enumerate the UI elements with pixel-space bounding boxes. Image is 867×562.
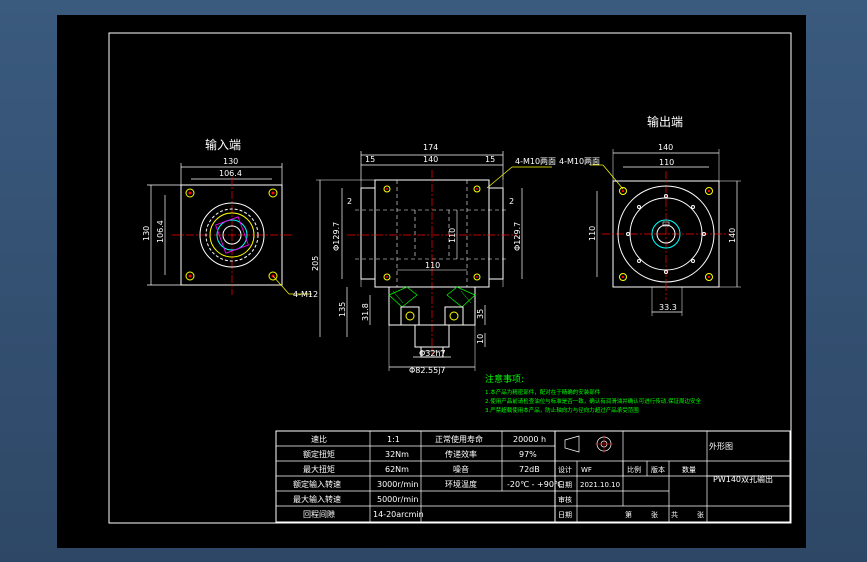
dim-front-height: 205 (311, 256, 320, 271)
output-end-view: 输出端 140 110 4-M10两面 110 140 33.3 (559, 114, 741, 316)
spec-value-ratio: 1:1 (387, 435, 400, 444)
notes-block: 注意事项: 1.本产品为精密部件，配对在于精确的安装部件 2.使用产品前请检查油… (485, 373, 701, 414)
dim-front-left-step: 15 (365, 155, 375, 164)
dim-output-top-outer: 140 (658, 143, 673, 152)
dim-front-center: 140 (423, 155, 438, 164)
notes-line-2: 2.使用产品前请检查油位与标准是否一致，确认有润滑油并确认可进行传动,保证周边安… (485, 397, 701, 405)
dim-front-d-left: 2 (347, 197, 352, 206)
spec-label-max-speed: 最大输入转速 (293, 494, 341, 504)
projection-symbol-icon (564, 435, 613, 453)
dim-front-horiz-110: 110 (425, 261, 440, 270)
spec-value-noise: 72dB (519, 465, 540, 474)
dim-front-overall: 174 (423, 143, 438, 152)
spec-value-rated-torque: 32Nm (385, 450, 409, 459)
dim-front-inner-110: 110 (448, 228, 457, 243)
date-label-2: 日期 (558, 511, 572, 519)
date-value: 2021.10.10 (580, 481, 620, 489)
dim-front-lower-135: 135 (338, 302, 347, 317)
dim-front-lower-35: 35 (476, 309, 485, 319)
dim-output-left-110: 110 (588, 226, 597, 241)
date-label-1: 日期 (558, 481, 572, 489)
sheet-total: 共 (671, 510, 678, 519)
designer: WF (581, 466, 592, 474)
sheet-end: 张 (697, 510, 704, 519)
cad-viewport[interactable]: 输入端 130 106.4 130 106.4 4-M12 174 15 140… (57, 15, 806, 548)
dim-front-d-right: 2 (509, 197, 514, 206)
dim-input-left-inner: 106.4 (156, 220, 165, 243)
spec-value-max-torque: 62Nm (385, 465, 409, 474)
dim-output-holes: 4-M10两面 (559, 157, 600, 166)
notes-line-1: 1.本产品为精密部件，配对在于精确的安装部件 (485, 388, 601, 396)
sheet-mid: 张 (651, 510, 658, 519)
dim-front-dia-left: Φ129.7 (332, 222, 341, 251)
output-end-label: 输出端 (647, 114, 683, 129)
dim-front-flange-dia: Φ82.55j7 (409, 366, 446, 375)
dim-output-right-140: 140 (728, 228, 737, 243)
spec-value-ambient-temp: -20℃ - +90℃ (507, 480, 563, 489)
dim-output-top-inner: 110 (659, 158, 674, 167)
dim-input-left-outer: 130 (142, 226, 151, 241)
spec-label-ambient-temp: 环境温度 (445, 479, 477, 489)
spec-label-backlash: 回程间隙 (303, 509, 335, 519)
version-label: 版本 (651, 465, 665, 474)
dim-input-top-outer: 130 (223, 157, 238, 166)
spec-label-life: 正常使用寿命 (435, 434, 483, 444)
input-end-label: 输入端 (205, 137, 241, 152)
front-view: 174 15 140 15 4-M10两面 2 2 Φ129.7 205 110… (311, 143, 556, 375)
dim-front-lower-10: 10 (476, 334, 485, 344)
dim-front-dia-right: Φ129.7 (513, 222, 522, 251)
sheet-label: 第 (625, 510, 632, 519)
dim-input-top-inner: 106.4 (219, 169, 242, 178)
spec-value-life: 20000 h (513, 435, 546, 444)
dim-front-right-step: 15 (485, 155, 495, 164)
spec-label-max-torque: 最大扭矩 (303, 464, 335, 474)
drawing-type: 外形图 (709, 441, 733, 451)
notes-line-3: 3.严禁超载使用本产品，防止轴向力与径向力超过产品承受范围 (485, 406, 639, 414)
dim-front-shaft-dia: Φ32h7 (419, 349, 446, 358)
dim-front-lower-31: 31.8 (361, 303, 370, 321)
spec-value-efficiency: 97% (519, 450, 537, 459)
spec-value-backlash: 14-20arcmin (373, 510, 424, 519)
design-label: 设计 (558, 465, 572, 474)
dim-input-holes: 4-M12 (293, 290, 318, 299)
cad-drawing: 输入端 130 106.4 130 106.4 4-M12 174 15 140… (108, 32, 792, 524)
scale-label: 比例 (627, 465, 641, 474)
spec-label-efficiency: 传递效率 (445, 449, 477, 459)
spec-label-rated-torque: 额定扭矩 (303, 449, 335, 459)
title-block: 速比 1:1 正常使用寿命 20000 h 额定扭矩 32Nm 传递效率 97%… (275, 430, 791, 523)
spec-label-rated-speed: 额定输入转速 (293, 479, 341, 489)
review-label: 审核 (558, 495, 572, 504)
spec-value-max-speed: 5000r/min (377, 495, 418, 504)
input-end-view: 输入端 130 106.4 130 106.4 4-M12 (142, 137, 318, 299)
model-name: PW140双孔输出 (713, 474, 773, 484)
spec-label-noise: 噪音 (453, 464, 469, 474)
quantity-label: 数量 (682, 465, 696, 474)
spec-label-ratio: 速比 (311, 434, 327, 444)
notes-title: 注意事项: (485, 373, 524, 385)
spec-value-rated-speed: 3000r/min (377, 480, 418, 489)
dim-front-holes: 4-M10两面 (515, 157, 556, 166)
dim-output-bottom: 33.3 (659, 303, 677, 312)
